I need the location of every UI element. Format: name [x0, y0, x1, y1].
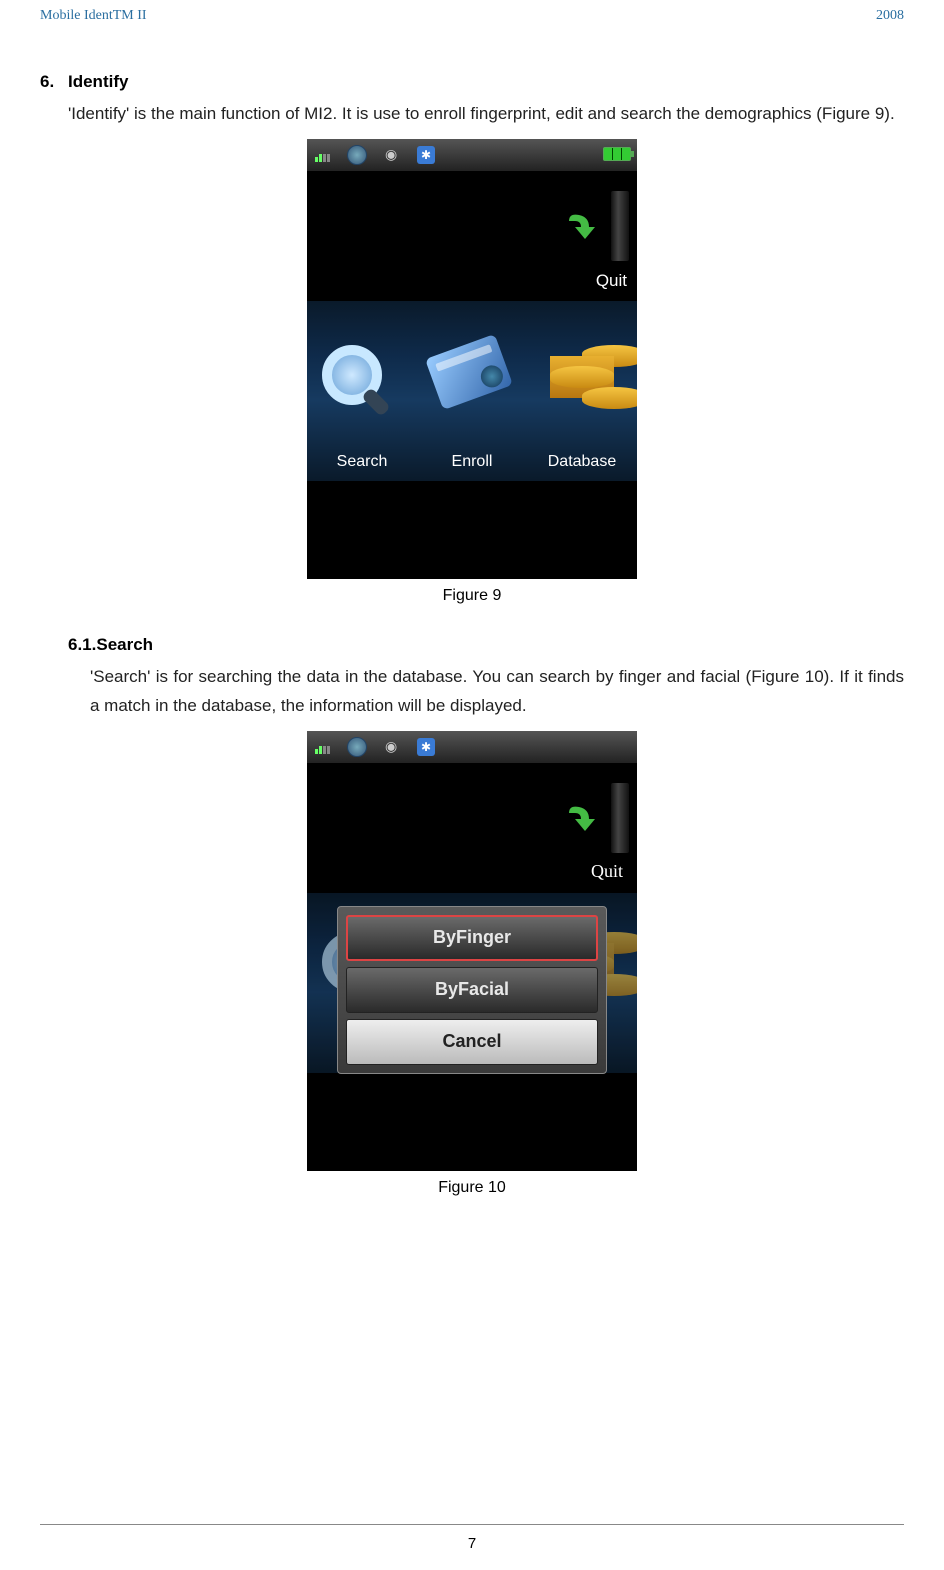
figure-10-caption: Figure 10 [40, 1179, 904, 1197]
globe-icon [347, 737, 367, 757]
signal-icon [315, 740, 331, 754]
header-left: Mobile IdentTM II [40, 8, 147, 24]
figure-9-screenshot: ✱ Quit Search Enroll [307, 139, 637, 579]
database-icon [550, 345, 614, 409]
bluetooth-icon: ✱ [417, 146, 435, 164]
section-6-1-para: 'Search' is for searching the data in th… [90, 663, 904, 721]
section-6-1-title: Search [96, 635, 153, 654]
signal-icon [315, 148, 331, 162]
section-6-para: 'Identify' is the main function of MI2. … [68, 100, 904, 129]
cancel-button[interactable]: Cancel [346, 1019, 598, 1065]
quit-button[interactable]: Quit [596, 271, 627, 291]
byfacial-button[interactable]: ByFacial [346, 967, 598, 1013]
page-number: 7 [40, 1524, 904, 1552]
quit-button[interactable]: Quit [591, 861, 623, 882]
menu-enroll-label: Enroll [418, 453, 527, 471]
status-bar: ✱ [307, 139, 637, 171]
door-icon [611, 191, 629, 261]
globe-icon [347, 145, 367, 165]
quit-arrow-icon [565, 803, 601, 839]
byfinger-button[interactable]: ByFinger [346, 915, 598, 961]
menu-database-label: Database [528, 453, 637, 471]
figure-9-caption: Figure 9 [40, 587, 904, 605]
section-6-number: 6. [40, 72, 68, 92]
card-icon [425, 334, 513, 410]
section-6-1-number: 6.1. [68, 635, 96, 654]
menu-search[interactable]: Search [308, 345, 417, 471]
wifi-icon [383, 738, 401, 756]
search-dialog: ByFinger ByFacial Cancel [337, 906, 607, 1074]
header-right: 2008 [876, 8, 904, 24]
figure-10-screenshot: ✱ Quit S ase [307, 731, 637, 1171]
menu-database[interactable]: Database [528, 337, 637, 471]
menu-enroll[interactable]: Enroll [418, 331, 527, 471]
magnifier-icon [322, 345, 382, 405]
section-6-heading: 6.Identify [40, 72, 904, 92]
battery-icon [603, 147, 631, 161]
section-6-title: Identify [68, 72, 128, 91]
bluetooth-icon: ✱ [417, 738, 435, 756]
menu-search-label: Search [308, 453, 417, 471]
wifi-icon [383, 146, 401, 164]
quit-arrow-icon [565, 211, 601, 247]
section-6-1-heading: 6.1.Search [68, 635, 904, 655]
door-icon [611, 783, 629, 853]
status-bar: ✱ [307, 731, 637, 763]
